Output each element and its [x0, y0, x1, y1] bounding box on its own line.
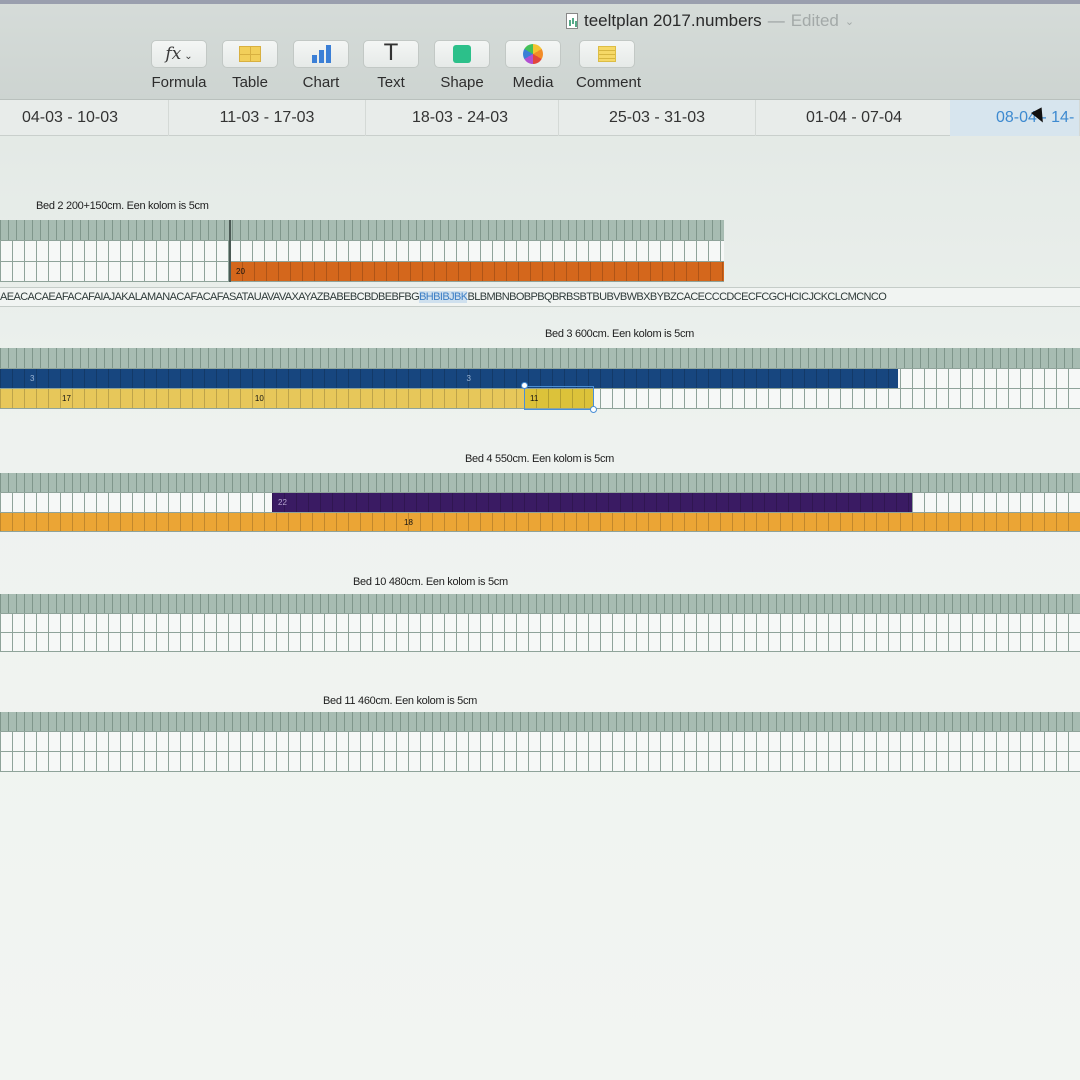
- bed-2-crop-label: 20: [236, 267, 245, 276]
- media-button-face[interactable]: [505, 40, 561, 68]
- bed-10-row[interactable]: [0, 632, 1080, 652]
- shape-icon: [453, 45, 471, 63]
- bed-3-blue-label: 3: [30, 374, 35, 383]
- week-cell[interactable]: 11-03 - 17-03: [169, 100, 366, 136]
- bed-2-header-row[interactable]: [0, 220, 724, 240]
- text-button-face[interactable]: T: [363, 40, 419, 68]
- week-cell[interactable]: 25-03 - 31-03: [559, 100, 756, 136]
- bed-2-divider: [229, 220, 231, 282]
- formula-button[interactable]: fx ⌄ Formula: [148, 40, 210, 91]
- bed-10-title: Bed 10 480cm. Een kolom is 5cm: [353, 576, 508, 588]
- week-cell[interactable]: 04-03 - 10-03: [0, 100, 169, 136]
- text-label: Text: [377, 74, 405, 91]
- column-letters[interactable]: BLBMBNBOBPBQBRBSBTBUBVBWBXBYBZCACECCCDCE…: [467, 291, 886, 303]
- column-letters[interactable]: AEACACAEAFACAFAIAJAKALAMANACAFACAFASATAU…: [0, 291, 420, 303]
- window-top-edge: [0, 0, 1080, 4]
- bed-10-header-row[interactable]: [0, 594, 1080, 613]
- media-label: Media: [512, 74, 554, 91]
- bed-4-amber-label: 18: [404, 517, 413, 527]
- column-letters-row[interactable]: AEACACAEAFACAFAIAJAKALAMANACAFACAFASATAU…: [0, 287, 1080, 307]
- media-button[interactable]: Media: [502, 40, 564, 91]
- bed-11-table[interactable]: [0, 712, 1080, 772]
- formula-label: Formula: [151, 74, 207, 91]
- shape-label: Shape: [440, 74, 484, 91]
- comment-icon: [598, 46, 616, 62]
- bed-4-table[interactable]: 22 18: [0, 473, 1080, 533]
- comment-button[interactable]: Comment: [576, 40, 642, 91]
- bed-3-table[interactable]: 3 3 17 10 11: [0, 348, 1080, 413]
- title-separator: —: [767, 11, 785, 30]
- shape-button-face[interactable]: [434, 40, 490, 68]
- bed-2-row[interactable]: [0, 240, 724, 262]
- bed-10-table[interactable]: [0, 594, 1080, 652]
- week-cell[interactable]: 01-04 - 07-04: [756, 100, 953, 136]
- bed-3-crop-bar-yellow[interactable]: 17 10: [0, 389, 524, 408]
- bed-11-title: Bed 11 460cm. Een kolom is 5cm: [323, 695, 478, 707]
- table-label: Table: [232, 74, 268, 91]
- fx-icon: fx ⌄: [165, 44, 193, 64]
- formula-button-face[interactable]: fx ⌄: [151, 40, 207, 68]
- bed-10-row[interactable]: [0, 613, 1080, 633]
- chart-button-face[interactable]: [293, 40, 349, 68]
- document-title: teeltplan 2017.numbers: [584, 11, 762, 30]
- bed-11-row[interactable]: [0, 751, 1080, 772]
- bed-4-crop-bar-amber[interactable]: 18: [0, 513, 1080, 531]
- bed-2-crop-bar[interactable]: 20: [230, 262, 724, 281]
- comment-button-face[interactable]: [579, 40, 635, 68]
- document-title-bar[interactable]: teeltplan 2017.numbers — Edited ⌄: [566, 10, 854, 32]
- bed-4-header-row[interactable]: [0, 473, 1080, 492]
- table-button-face[interactable]: [222, 40, 278, 68]
- bed-3-yellow-label: 17: [62, 394, 71, 403]
- bed-11-row[interactable]: [0, 731, 1080, 752]
- shape-button[interactable]: Shape: [431, 40, 493, 91]
- week-header-row: 04-03 - 10-03 11-03 - 17-03 18-03 - 24-0…: [0, 100, 1080, 136]
- comment-label: Comment: [576, 74, 642, 91]
- toolbar: teeltplan 2017.numbers — Edited ⌄ fx ⌄ Fo…: [0, 0, 1080, 100]
- bed-4-crop-bar-purple[interactable]: 22: [272, 493, 912, 512]
- selection-handle[interactable]: [521, 382, 528, 389]
- bed-4-title: Bed 4 550cm. Een kolom is 5cm: [465, 453, 615, 465]
- bed-4-purple-label: 22: [278, 498, 287, 507]
- bed-3-blue-label: 3: [466, 374, 471, 383]
- media-icon: [523, 44, 543, 64]
- chart-icon: [311, 45, 331, 63]
- bed-3-header-row[interactable]: [0, 348, 1080, 368]
- week-cell-selected[interactable]: 08-04 - 14-: [950, 100, 1080, 136]
- text-button[interactable]: T Text: [360, 40, 422, 91]
- bed-11-header-row[interactable]: [0, 712, 1080, 731]
- chart-button[interactable]: Chart: [290, 40, 352, 91]
- selection-box[interactable]: [524, 386, 594, 410]
- numbers-document-icon: [566, 13, 578, 29]
- selection-handle[interactable]: [590, 406, 597, 413]
- text-icon: T: [384, 41, 398, 66]
- week-cell[interactable]: 18-03 - 24-03: [362, 100, 559, 136]
- bed-3-yellow-label: 10: [254, 394, 264, 403]
- column-letters-selected[interactable]: BHBIBJBK: [419, 291, 468, 303]
- table-icon: [239, 46, 261, 62]
- bed-3-title: Bed 3 600cm. Een kolom is 5cm: [545, 328, 695, 340]
- chart-label: Chart: [302, 74, 340, 91]
- document-status: Edited: [790, 11, 839, 30]
- chevron-down-icon[interactable]: ⌄: [845, 15, 854, 28]
- bed-2-table[interactable]: 20: [0, 220, 724, 282]
- table-button[interactable]: Table: [219, 40, 281, 91]
- bed-3-crop-bar-blue[interactable]: 3 3: [0, 369, 898, 388]
- bed-2-title: Bed 2 200+150cm. Een kolom is 5cm: [36, 200, 209, 212]
